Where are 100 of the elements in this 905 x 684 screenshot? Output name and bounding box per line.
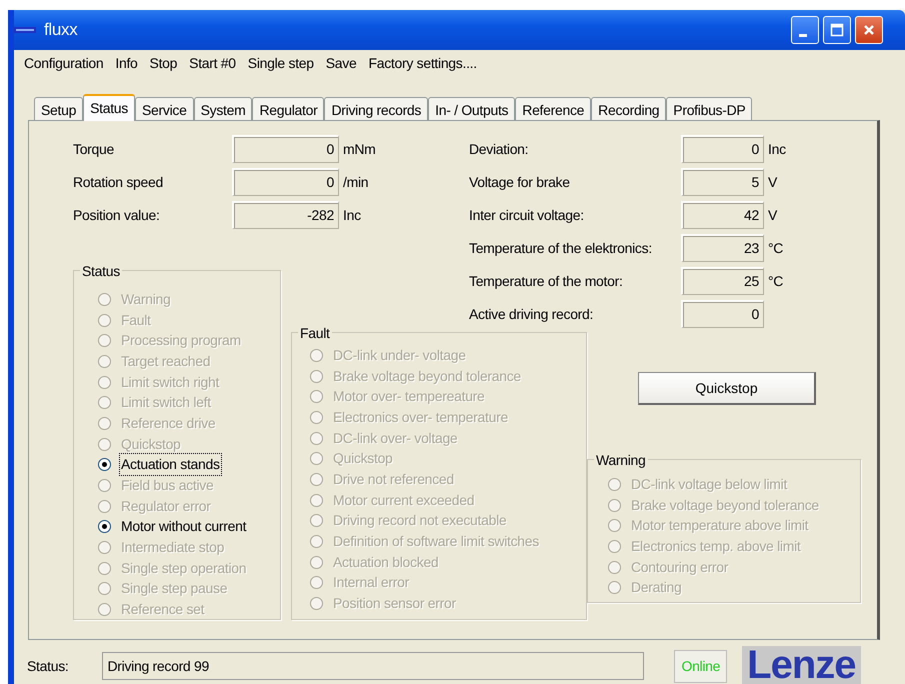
radio-button[interactable] [310,452,323,466]
maximize-button[interactable] [823,16,852,44]
status-field: Driving record 99 [102,652,644,680]
option-label: Motor current exceeded [332,490,476,510]
option-label: Definition of software limit switches [332,532,540,552]
menu-item[interactable]: Factory settings.... [364,52,485,74]
radio-button[interactable] [98,541,111,554]
tab[interactable]: System [194,97,252,120]
radio-button[interactable] [310,410,323,424]
field-label: Temperature of the elektronics: [469,238,653,258]
readout-field: 0 [681,135,764,163]
radio-button[interactable] [310,597,323,610]
tab[interactable]: Regulator [252,97,324,120]
app-icon [14,25,36,35]
radio-button[interactable] [310,494,323,507]
close-button[interactable] [855,16,884,44]
option-label: Brake voltage beyond tolerance [332,366,522,386]
unit-label: V [768,206,778,224]
readout-field: 23 [681,234,764,262]
radio-button[interactable] [98,582,111,596]
tab[interactable]: Driving records [324,97,428,120]
tab[interactable]: Reference [515,97,592,120]
option-label: Processing program [120,331,242,350]
unit-label: Inc [768,140,786,158]
field-label: Voltage for brake [469,172,571,192]
tab[interactable]: In- / Outputs [428,97,516,120]
radio-button[interactable] [608,498,621,512]
option-label: Fault [120,310,152,330]
option-label: Drive not referenced [332,470,455,489]
radio-button[interactable] [98,603,111,616]
option-label: Quickstop [332,449,394,468]
tab[interactable]: Service [134,97,194,120]
field-label: Position value: [73,206,161,224]
radio-button[interactable] [98,354,111,368]
option-label: Electronics temp. above limit [630,536,802,556]
radio-button[interactable] [608,478,621,491]
readout-field: 0 [232,168,339,196]
field-label: Active driving record: [469,304,594,324]
menu-item[interactable]: Start #0 [185,52,244,74]
option-label: Regulator error [120,496,212,516]
radio-button[interactable] [98,292,111,306]
menu-item[interactable]: Single step [244,52,322,74]
radio-button[interactable] [310,370,323,383]
option-label: Contouring error [630,558,730,577]
radio-button[interactable] [98,562,111,575]
option-label: Single step operation [120,558,248,578]
unit-label: °C [768,272,784,290]
tab[interactable]: Recording [591,97,666,120]
radio-button[interactable] [98,314,111,327]
radio-button[interactable] [98,500,111,513]
radio-button[interactable] [310,390,323,404]
radio-button[interactable] [98,520,111,534]
menu-item[interactable]: Save [322,52,364,74]
option-label: Position sensor error [332,594,457,614]
option-label: Motor temperature above limit [630,516,810,536]
field-label: Torque [73,140,116,159]
tab[interactable]: Status [83,94,135,121]
quickstop-button[interactable]: Quickstop [638,372,816,405]
menu-item[interactable]: Info [111,52,146,74]
unit-label: /min [343,172,368,192]
tab[interactable]: Setup [34,97,84,120]
radio-button[interactable] [608,519,621,532]
option-label: Actuation stands [119,453,222,476]
radio-button[interactable] [98,458,111,472]
readout-field: 42 [681,201,764,229]
minimize-button[interactable] [791,16,820,44]
radio-button[interactable] [310,556,323,569]
radio-button[interactable] [98,334,111,348]
field-label: Rotation speed [73,172,164,192]
option-label: Limit switch left [120,393,212,412]
unit-label: °C [768,238,784,258]
minimize-icon [798,34,807,36]
tab[interactable]: Profibus-DP [666,97,752,120]
radio-button[interactable] [98,438,111,451]
radio-button[interactable] [608,540,621,553]
option-label: Quickstop [120,434,182,454]
radio-button[interactable] [98,416,111,430]
radio-button[interactable] [98,376,111,389]
radio-button[interactable] [608,560,621,574]
radio-button[interactable] [310,535,323,548]
radio-button[interactable] [310,514,323,528]
radio-button[interactable] [98,396,111,410]
option-label: Reference drive [120,414,216,433]
radio-button[interactable] [310,348,323,362]
radio-button[interactable] [98,479,111,492]
option-label: DC-link voltage below limit [630,474,788,494]
menu-item[interactable]: Stop [146,52,186,74]
radio-button[interactable] [310,472,323,486]
radio-button[interactable] [310,432,323,445]
close-icon [862,23,876,37]
option-label: Actuation blocked [332,552,440,572]
readout-field: 25 [681,267,764,295]
radio-button[interactable] [608,581,621,594]
option-label: Warning [120,290,172,309]
menu-item[interactable]: Configuration [20,52,112,74]
field-label: Temperature of the motor: [469,272,624,291]
maximize-icon [830,23,844,37]
option-label: DC-link under- voltage [332,346,467,365]
unit-label: Inc [343,206,361,224]
radio-button[interactable] [310,576,323,590]
